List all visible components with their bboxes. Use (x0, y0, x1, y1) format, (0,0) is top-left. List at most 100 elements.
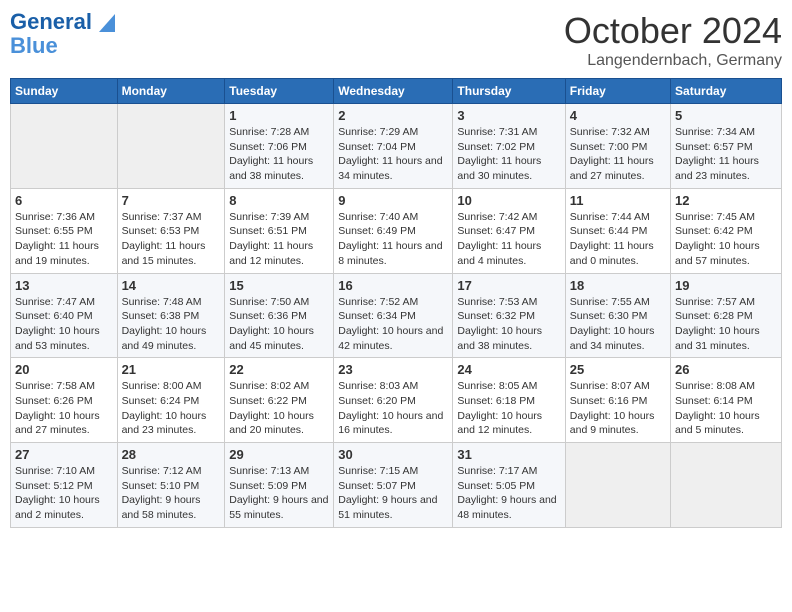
daylight-text: Daylight: 11 hours and 12 minutes. (229, 240, 313, 267)
sunset-text: Sunset: 5:10 PM (122, 480, 200, 492)
sunset-text: Sunset: 5:05 PM (457, 480, 535, 492)
sunrise-text: Sunrise: 7:40 AM (338, 211, 418, 223)
sunrise-text: Sunrise: 7:29 AM (338, 126, 418, 138)
cell-content: Sunrise: 7:31 AMSunset: 7:02 PMDaylight:… (457, 125, 560, 184)
daylight-text: Daylight: 9 hours and 58 minutes. (122, 494, 201, 521)
calendar-cell: 23Sunrise: 8:03 AMSunset: 6:20 PMDayligh… (334, 358, 453, 443)
daylight-text: Daylight: 11 hours and 27 minutes. (570, 155, 654, 182)
sunrise-text: Sunrise: 8:05 AM (457, 380, 537, 392)
sunrise-text: Sunrise: 7:32 AM (570, 126, 650, 138)
logo-text: General (10, 10, 115, 34)
header-cell-wednesday: Wednesday (334, 79, 453, 104)
sunrise-text: Sunrise: 7:15 AM (338, 465, 418, 477)
day-number: 8 (229, 193, 329, 208)
calendar-cell: 12Sunrise: 7:45 AMSunset: 6:42 PMDayligh… (671, 188, 782, 273)
day-number: 24 (457, 362, 560, 377)
day-number: 18 (570, 278, 666, 293)
sunset-text: Sunset: 5:12 PM (15, 480, 93, 492)
calendar-cell: 24Sunrise: 8:05 AMSunset: 6:18 PMDayligh… (453, 358, 565, 443)
sunrise-text: Sunrise: 7:12 AM (122, 465, 202, 477)
calendar-cell: 2Sunrise: 7:29 AMSunset: 7:04 PMDaylight… (334, 104, 453, 189)
sunset-text: Sunset: 7:00 PM (570, 141, 648, 153)
daylight-text: Daylight: 10 hours and 34 minutes. (570, 325, 655, 352)
cell-content: Sunrise: 7:10 AMSunset: 5:12 PMDaylight:… (15, 464, 113, 523)
day-number: 16 (338, 278, 448, 293)
sunrise-text: Sunrise: 7:31 AM (457, 126, 537, 138)
sunset-text: Sunset: 6:28 PM (675, 310, 753, 322)
sunset-text: Sunset: 6:57 PM (675, 141, 753, 153)
sunset-text: Sunset: 6:47 PM (457, 225, 535, 237)
sunset-text: Sunset: 6:26 PM (15, 395, 93, 407)
sunrise-text: Sunrise: 7:50 AM (229, 296, 309, 308)
cell-content: Sunrise: 8:00 AMSunset: 6:24 PMDaylight:… (122, 379, 221, 438)
calendar-cell: 29Sunrise: 7:13 AMSunset: 5:09 PMDayligh… (225, 443, 334, 528)
sunset-text: Sunset: 6:20 PM (338, 395, 416, 407)
day-number: 20 (15, 362, 113, 377)
sunrise-text: Sunrise: 8:00 AM (122, 380, 202, 392)
cell-content: Sunrise: 7:52 AMSunset: 6:34 PMDaylight:… (338, 295, 448, 354)
daylight-text: Daylight: 10 hours and 31 minutes. (675, 325, 760, 352)
daylight-text: Daylight: 10 hours and 9 minutes. (570, 410, 655, 437)
sunrise-text: Sunrise: 7:39 AM (229, 211, 309, 223)
cell-content: Sunrise: 7:42 AMSunset: 6:47 PMDaylight:… (457, 210, 560, 269)
daylight-text: Daylight: 11 hours and 8 minutes. (338, 240, 442, 267)
day-number: 9 (338, 193, 448, 208)
day-number: 23 (338, 362, 448, 377)
calendar-cell: 19Sunrise: 7:57 AMSunset: 6:28 PMDayligh… (671, 273, 782, 358)
sunset-text: Sunset: 7:04 PM (338, 141, 416, 153)
sunrise-text: Sunrise: 7:28 AM (229, 126, 309, 138)
daylight-text: Daylight: 10 hours and 16 minutes. (338, 410, 443, 437)
daylight-text: Daylight: 10 hours and 42 minutes. (338, 325, 443, 352)
page-header: General Blue October 2024 Langendernbach… (10, 10, 782, 70)
cell-content: Sunrise: 7:44 AMSunset: 6:44 PMDaylight:… (570, 210, 666, 269)
day-number: 7 (122, 193, 221, 208)
day-number: 17 (457, 278, 560, 293)
header-cell-monday: Monday (117, 79, 225, 104)
cell-content: Sunrise: 7:58 AMSunset: 6:26 PMDaylight:… (15, 379, 113, 438)
day-number: 25 (570, 362, 666, 377)
sunrise-text: Sunrise: 7:10 AM (15, 465, 95, 477)
sunrise-text: Sunrise: 7:45 AM (675, 211, 755, 223)
daylight-text: Daylight: 11 hours and 4 minutes. (457, 240, 541, 267)
day-number: 2 (338, 108, 448, 123)
calendar-cell: 22Sunrise: 8:02 AMSunset: 6:22 PMDayligh… (225, 358, 334, 443)
sunrise-text: Sunrise: 7:37 AM (122, 211, 202, 223)
calendar-cell: 8 Sunrise: 7:39 AMSunset: 6:51 PMDaylight… (225, 188, 334, 273)
calendar-body: 1Sunrise: 7:28 AMSunset: 7:06 PMDaylight… (11, 104, 782, 528)
cell-content: Sunrise: 7:28 AMSunset: 7:06 PMDaylight:… (229, 125, 329, 184)
daylight-text: Daylight: 9 hours and 51 minutes. (338, 494, 437, 521)
week-row-1: 1Sunrise: 7:28 AMSunset: 7:06 PMDaylight… (11, 104, 782, 189)
sunrise-text: Sunrise: 7:34 AM (675, 126, 755, 138)
calendar-cell: 4Sunrise: 7:32 AMSunset: 7:00 PMDaylight… (565, 104, 670, 189)
cell-content: Sunrise: 7:55 AMSunset: 6:30 PMDaylight:… (570, 295, 666, 354)
daylight-text: Daylight: 10 hours and 45 minutes. (229, 325, 314, 352)
daylight-text: Daylight: 9 hours and 55 minutes. (229, 494, 328, 521)
cell-content: Sunrise: 7:40 AMSunset: 6:49 PMDaylight:… (338, 210, 448, 269)
day-number: 29 (229, 447, 329, 462)
logo: General Blue (10, 10, 115, 58)
daylight-text: Daylight: 10 hours and 5 minutes. (675, 410, 760, 437)
cell-content: Sunrise: 7:39 AMSunset: 6:51 PMDaylight:… (229, 210, 329, 269)
day-number: 3 (457, 108, 560, 123)
day-number: 14 (122, 278, 221, 293)
day-number: 22 (229, 362, 329, 377)
sunset-text: Sunset: 5:07 PM (338, 480, 416, 492)
sunrise-text: Sunrise: 7:47 AM (15, 296, 95, 308)
calendar-cell: 15Sunrise: 7:50 AMSunset: 6:36 PMDayligh… (225, 273, 334, 358)
sunset-text: Sunset: 6:32 PM (457, 310, 535, 322)
cell-content: Sunrise: 7:36 AMSunset: 6:55 PMDaylight:… (15, 210, 113, 269)
header-cell-thursday: Thursday (453, 79, 565, 104)
calendar-cell: 18 Sunrise: 7:55 AMSunset: 6:30 PMDayligh… (565, 273, 670, 358)
day-number: 19 (675, 278, 777, 293)
cell-content: Sunrise: 8:05 AMSunset: 6:18 PMDaylight:… (457, 379, 560, 438)
day-number: 15 (229, 278, 329, 293)
sunset-text: Sunset: 6:18 PM (457, 395, 535, 407)
logo-blue-text: Blue (10, 33, 58, 58)
daylight-text: Daylight: 11 hours and 0 minutes. (570, 240, 654, 267)
calendar-cell: 28Sunrise: 7:12 AMSunset: 5:10 PMDayligh… (117, 443, 225, 528)
daylight-text: Daylight: 11 hours and 38 minutes. (229, 155, 313, 182)
calendar-cell: 5Sunrise: 7:34 AMSunset: 6:57 PMDaylight… (671, 104, 782, 189)
calendar-cell: 13Sunrise: 7:47 AMSunset: 6:40 PMDayligh… (11, 273, 118, 358)
sunset-text: Sunset: 6:40 PM (15, 310, 93, 322)
daylight-text: Daylight: 11 hours and 30 minutes. (457, 155, 541, 182)
